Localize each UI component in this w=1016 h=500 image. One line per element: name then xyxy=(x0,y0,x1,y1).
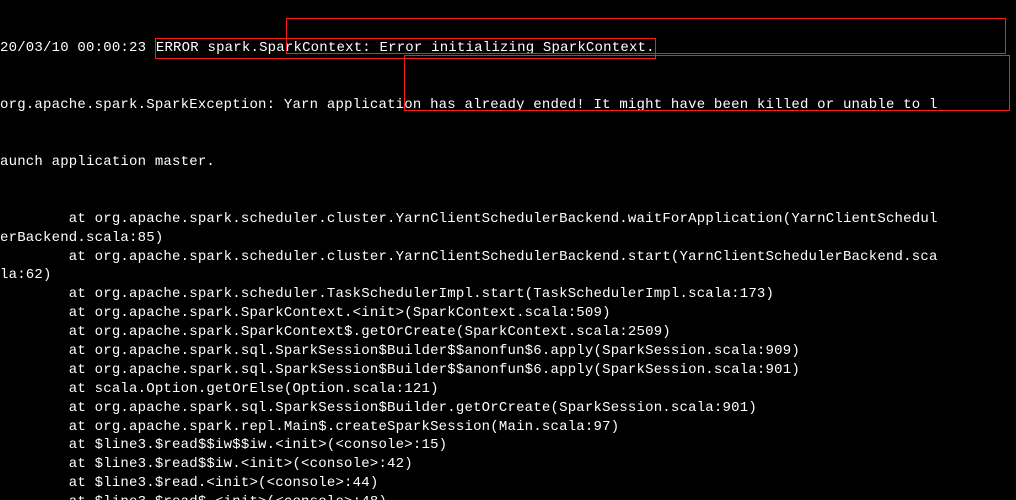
stack-line: at org.apache.spark.SparkContext.<init>(… xyxy=(0,304,1016,323)
stack-line-prefix: at org.apache.spark.SparkContext.<init>(… xyxy=(0,305,611,321)
stack-line-prefix: at org.apache.spark.sql.SparkSession$Bui… xyxy=(0,343,800,359)
stack-line-prefix: at org.apache.spark.scheduler.TaskSchedu… xyxy=(0,286,774,302)
stack-line-prefix: at org.apache.spark.SparkContext$.getOrC… xyxy=(0,324,671,340)
stack-line: erBackend.scala:85) xyxy=(0,229,1016,248)
stack-line: at org.apache.spark.sql.SparkSession$Bui… xyxy=(0,361,1016,380)
stack-line-prefix: at org.apache.spark.sql.SparkSession$Bui… xyxy=(0,362,800,378)
stack-line: at org.apache.spark.scheduler.cluster.Ya… xyxy=(0,248,1016,267)
stack-line: at $line3.$read$$iw.<init>(<console>:42) xyxy=(0,455,1016,474)
stack-line: at scala.Option.getOrElse(Option.scala:1… xyxy=(0,380,1016,399)
exception-message-part2: aunch application master. xyxy=(0,154,215,170)
stack-line: la:62) xyxy=(0,266,1016,285)
exception-line-2: aunch application master. xyxy=(0,153,1016,172)
stack-line-prefix: at $line3.$read$$iw$$iw.<init>(<console>… xyxy=(0,437,447,453)
stack-line: at org.apache.spark.sql.SparkSession$Bui… xyxy=(0,399,1016,418)
stack-line: at $line3.$read$.<init>(<console>:48) xyxy=(0,493,1016,500)
stack-line: at org.apache.spark.repl.Main$.createSpa… xyxy=(0,418,1016,437)
stack-line-prefix: at org.apache.spark.scheduler.cluster. xyxy=(0,211,396,227)
stack-line-highlight: YarnClientSchedulerBackend.start(YarnCli… xyxy=(396,249,938,265)
stack-line-prefix: at $line3.$read$$iw.<init>(<console>:42) xyxy=(0,456,413,472)
stack-line-prefix: at scala.Option.getOrElse(Option.scala:1… xyxy=(0,381,439,397)
exception-message-part1: Yarn application has already ended! It m… xyxy=(284,97,938,113)
timestamp: 20/03/10 00:00:23 xyxy=(0,40,146,56)
stack-line: at $line3.$read$$iw$$iw.<init>(<console>… xyxy=(0,436,1016,455)
stack-line-prefix: at org.apache.spark.scheduler.cluster. xyxy=(0,249,396,265)
stack-line-prefix: erBackend.scala:85) xyxy=(0,230,163,246)
stack-line: at org.apache.spark.scheduler.cluster.Ya… xyxy=(0,210,1016,229)
stack-line: at org.apache.spark.sql.SparkSession$Bui… xyxy=(0,342,1016,361)
stack-line-highlight: YarnClientSchedulerBackend.waitForApplic… xyxy=(396,211,938,227)
stack-line-prefix: at $line3.$read.<init>(<console>:44) xyxy=(0,475,378,491)
stack-line: at org.apache.spark.SparkContext$.getOrC… xyxy=(0,323,1016,342)
log-header-line: 20/03/10 00:00:23 ERROR spark.SparkConte… xyxy=(0,38,1016,59)
stack-line-prefix: at org.apache.spark.sql.SparkSession$Bui… xyxy=(0,400,757,416)
stack-line-prefix: la:62) xyxy=(0,267,52,283)
terminal-output: 20/03/10 00:00:23 ERROR spark.SparkConte… xyxy=(0,0,1016,500)
stack-line-prefix: at $line3.$read$.<init>(<console>:48) xyxy=(0,494,387,500)
stack-line: at org.apache.spark.scheduler.TaskSchedu… xyxy=(0,285,1016,304)
stack-line: at $line3.$read.<init>(<console>:44) xyxy=(0,474,1016,493)
error-header-highlight: ERROR spark.SparkContext: Error initiali… xyxy=(155,38,656,59)
exception-line-1: org.apache.spark.SparkException: Yarn ap… xyxy=(0,96,1016,115)
stack-line-prefix: at org.apache.spark.repl.Main$.createSpa… xyxy=(0,419,619,435)
